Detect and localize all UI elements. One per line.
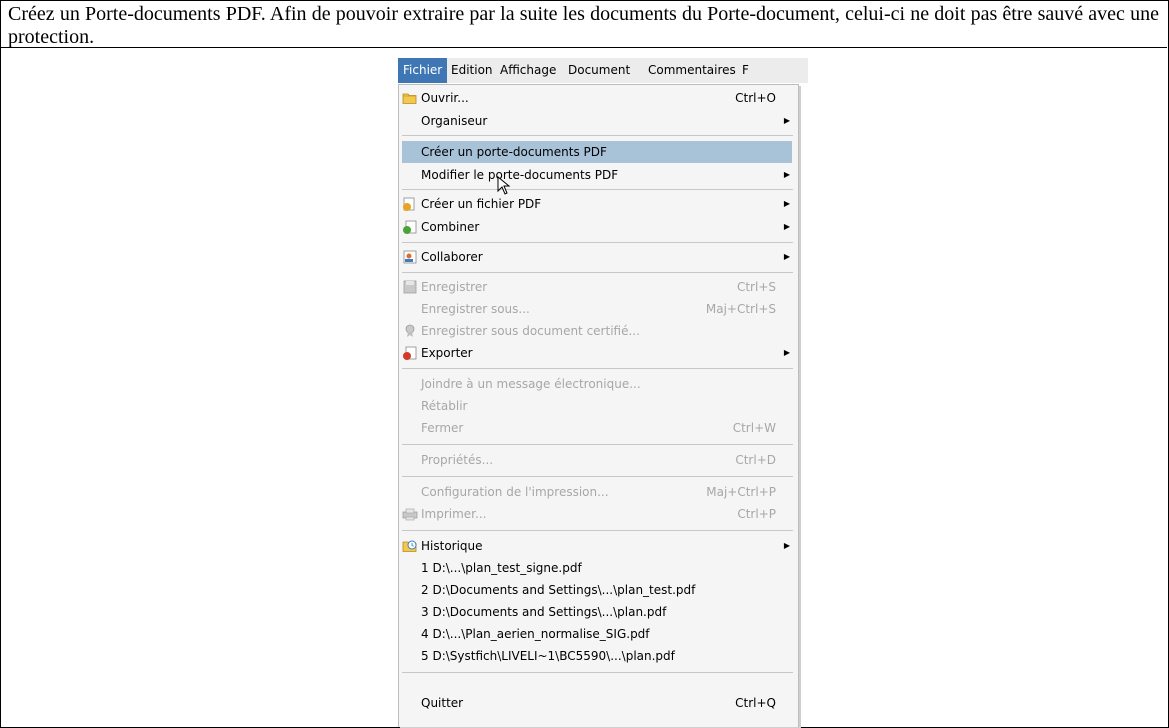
menu-item-save[interactable]: Enregistrer Ctrl+S: [399, 276, 798, 298]
instruction-text: Créez un Porte-documents PDF. Afin de po…: [8, 3, 1159, 48]
recent-file-5[interactable]: 5 D:\Systfich\LIVELI~1\BC5590\...\plan.p…: [399, 645, 798, 667]
menu-separator: [402, 368, 793, 369]
menu-item-save-certified[interactable]: Enregistrer sous document certifié...: [399, 320, 798, 342]
printer-icon: [402, 508, 418, 521]
menu-separator: [402, 189, 793, 190]
menu-item-quit[interactable]: Quitter Ctrl+Q: [399, 692, 798, 714]
menubar-affichage[interactable]: Affichage: [495, 58, 561, 83]
menu-item-combine[interactable]: Combiner ▶: [399, 216, 798, 238]
menubar-commentaires[interactable]: Commentaires: [643, 58, 741, 83]
fichier-dropdown-menu: Ouvrir... Ctrl+O Organiseur ▶ Créer un p…: [398, 84, 799, 727]
menu-bar: Fichier Edition Affichage Document Comme…: [398, 58, 808, 83]
folder-icon: [402, 93, 417, 104]
mouse-pointer-icon: [497, 176, 511, 195]
combine-icon: [403, 220, 417, 234]
menu-separator: [402, 444, 793, 445]
submenu-arrow-icon: ▶: [783, 252, 790, 261]
certified-icon: [405, 324, 415, 337]
menu-item-collaborate[interactable]: Collaborer ▶: [399, 246, 798, 268]
submenu-arrow-icon: ▶: [783, 170, 790, 179]
menu-item-modify-portfolio[interactable]: Modifier le porte-documents PDF ▶: [399, 164, 798, 186]
submenu-arrow-icon: ▶: [783, 541, 790, 550]
menu-item-print[interactable]: Imprimer... Ctrl+P: [399, 503, 798, 525]
menubar-edition[interactable]: Edition: [446, 58, 498, 83]
menu-item-attach-email[interactable]: Joindre à un message électronique...: [399, 373, 798, 395]
menu-separator: [402, 242, 793, 243]
menu-item-revert[interactable]: Rétablir: [399, 395, 798, 417]
export-icon: [403, 346, 417, 360]
menu-item-organizer[interactable]: Organiseur ▶: [399, 110, 798, 132]
menu-item-open[interactable]: Ouvrir... Ctrl+O: [399, 87, 798, 109]
menu-item-save-as[interactable]: Enregistrer sous... Maj+Ctrl+S: [399, 298, 798, 320]
submenu-arrow-icon: ▶: [783, 199, 790, 208]
save-icon: [403, 280, 417, 294]
recent-file-4[interactable]: 4 D:\...\Plan_aerien_normalise_SIG.pdf: [399, 623, 798, 645]
menu-item-properties[interactable]: Propriétés... Ctrl+D: [399, 449, 798, 471]
submenu-arrow-icon: ▶: [783, 116, 790, 125]
menu-separator: [402, 272, 793, 273]
menubar-document[interactable]: Document: [563, 58, 635, 83]
menu-item-create-portfolio[interactable]: Créer un porte-documents PDF: [402, 141, 792, 163]
submenu-arrow-icon: ▶: [783, 222, 790, 231]
menubar-fichier[interactable]: Fichier: [398, 58, 448, 83]
menubar-f-truncated[interactable]: F: [737, 58, 754, 83]
menu-item-history[interactable]: Historique ▶: [399, 535, 798, 557]
menu-item-create-pdf[interactable]: Créer un fichier PDF ▶: [399, 193, 798, 215]
menu-separator: [402, 476, 793, 477]
create-pdf-icon: [403, 197, 415, 211]
collaborate-icon: [403, 250, 417, 264]
menu-item-close[interactable]: Fermer Ctrl+W: [399, 417, 798, 439]
menu-separator: [402, 672, 793, 673]
recent-file-3[interactable]: 3 D:\Documents and Settings\...\plan.pdf: [399, 601, 798, 623]
history-icon: [402, 540, 417, 552]
recent-file-1[interactable]: 1 D:\...\plan_test_signe.pdf: [399, 557, 798, 579]
menu-item-print-setup[interactable]: Configuration de l'impression... Maj+Ctr…: [399, 481, 798, 503]
menu-separator: [402, 530, 793, 531]
menu-separator: [402, 135, 793, 136]
submenu-arrow-icon: ▶: [783, 348, 790, 357]
instruction-cell: Créez un Porte-documents PDF. Afin de po…: [0, 0, 1167, 48]
recent-file-2[interactable]: 2 D:\Documents and Settings\...\plan_tes…: [399, 579, 798, 601]
menu-item-export[interactable]: Exporter ▶: [399, 342, 798, 364]
